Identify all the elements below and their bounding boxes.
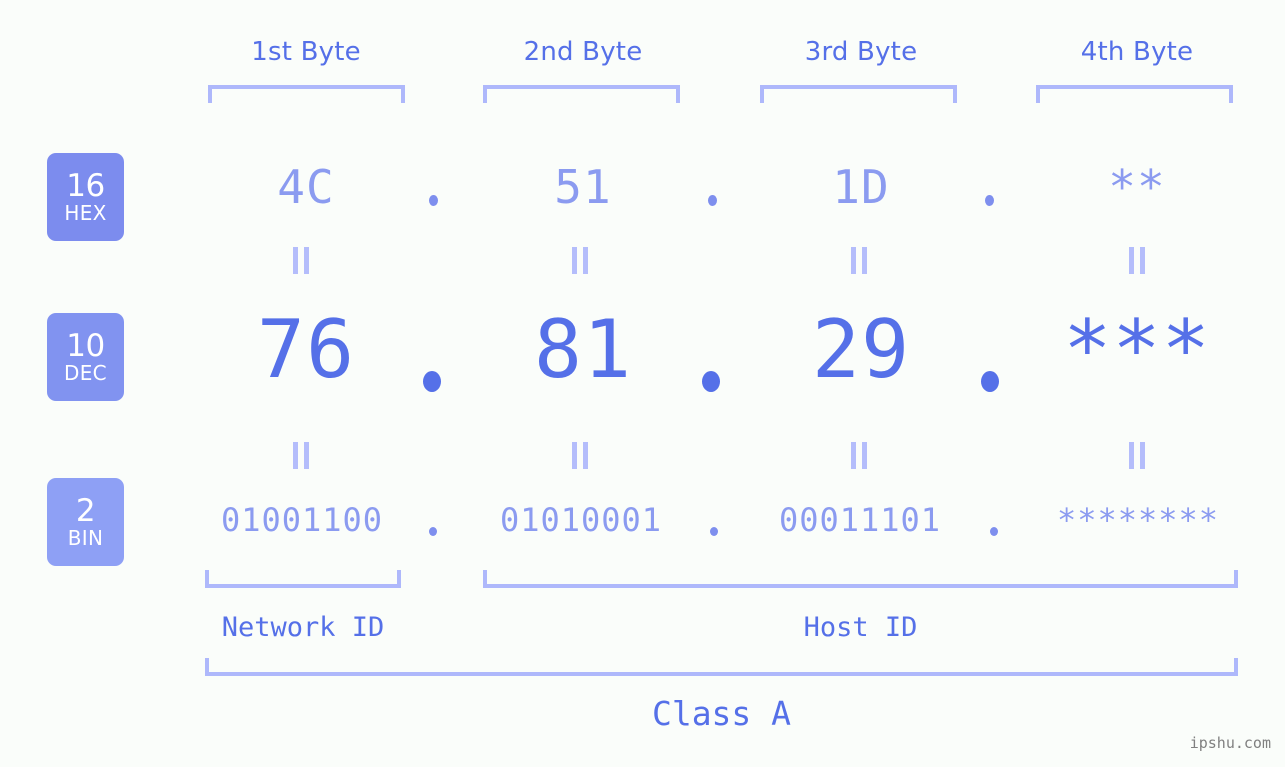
ip-byte-breakdown-diagram: 1st Byte 2nd Byte 3rd Byte 4th Byte 16 H… bbox=[0, 0, 1285, 767]
dec-separator-dot-3 bbox=[981, 371, 999, 392]
dec-separator-dot-1 bbox=[423, 371, 441, 392]
hex-byte-2: 51 bbox=[554, 160, 612, 214]
byte-header-2: 2nd Byte bbox=[523, 37, 643, 67]
bin-byte-3: 00011101 bbox=[778, 501, 942, 539]
dec-byte-1: 76 bbox=[256, 303, 356, 396]
dec-byte-3: 29 bbox=[811, 303, 911, 396]
byte-bracket-4 bbox=[1036, 85, 1233, 103]
dec-separator-dot-2 bbox=[702, 371, 720, 392]
dec-byte-2: 81 bbox=[533, 303, 633, 396]
hex-byte-4: ** bbox=[1108, 160, 1166, 214]
equals-mark-hex-dec-1 bbox=[290, 247, 312, 274]
equals-mark-dec-bin-4 bbox=[1126, 442, 1148, 469]
watermark-ipshu: ipshu.com bbox=[1189, 734, 1271, 752]
base-badge-hex-number: 16 bbox=[66, 167, 105, 204]
network-id-bracket bbox=[205, 570, 401, 588]
byte-header-1: 1st Byte bbox=[251, 37, 361, 67]
hex-byte-1: 4C bbox=[277, 160, 335, 214]
bin-byte-4: ******** bbox=[1056, 501, 1220, 539]
class-label: Class A bbox=[651, 694, 792, 733]
base-badge-hex: 16 HEX bbox=[47, 153, 124, 241]
base-badge-bin: 2 BIN bbox=[47, 478, 124, 566]
base-badge-dec-label: DEC bbox=[64, 360, 107, 385]
base-badge-bin-label: BIN bbox=[67, 525, 104, 550]
byte-bracket-3 bbox=[760, 85, 957, 103]
hex-separator-dot-3 bbox=[985, 195, 994, 206]
byte-header-3: 3rd Byte bbox=[804, 37, 918, 67]
bin-separator-dot-2 bbox=[710, 527, 718, 536]
base-badge-dec-number: 10 bbox=[66, 327, 105, 364]
bin-separator-dot-1 bbox=[429, 527, 437, 536]
host-id-bracket bbox=[483, 570, 1238, 588]
byte-bracket-2 bbox=[483, 85, 680, 103]
network-id-label: Network ID bbox=[221, 612, 385, 643]
hex-separator-dot-1 bbox=[429, 195, 438, 206]
bin-byte-1: 01001100 bbox=[220, 501, 384, 539]
equals-mark-dec-bin-1 bbox=[290, 442, 312, 469]
equals-mark-hex-dec-2 bbox=[569, 247, 591, 274]
hex-byte-3: 1D bbox=[832, 160, 890, 214]
equals-mark-hex-dec-4 bbox=[1126, 247, 1148, 274]
hex-separator-dot-2 bbox=[708, 195, 717, 206]
bin-byte-2: 01010001 bbox=[499, 501, 663, 539]
byte-bracket-1 bbox=[208, 85, 405, 103]
class-bracket bbox=[205, 658, 1238, 676]
base-badge-bin-number: 2 bbox=[75, 492, 96, 529]
bin-separator-dot-3 bbox=[990, 527, 998, 536]
host-id-label: Host ID bbox=[803, 612, 918, 643]
base-badge-hex-label: HEX bbox=[64, 200, 107, 225]
byte-header-4: 4th Byte bbox=[1080, 37, 1194, 67]
equals-mark-hex-dec-3 bbox=[848, 247, 870, 274]
equals-mark-dec-bin-2 bbox=[569, 442, 591, 469]
dec-byte-4: *** bbox=[1063, 303, 1211, 396]
base-badge-dec: 10 DEC bbox=[47, 313, 124, 401]
equals-mark-dec-bin-3 bbox=[848, 442, 870, 469]
